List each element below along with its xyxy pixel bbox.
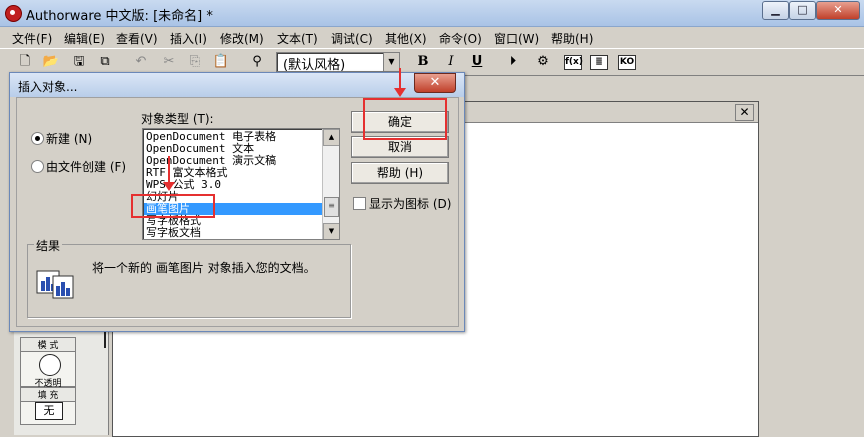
underline-button[interactable]: U: [468, 53, 486, 70]
undo-icon[interactable]: ↶: [132, 53, 150, 70]
annotation-arrowhead-ok: [394, 88, 406, 97]
cut-icon[interactable]: ✂: [160, 53, 178, 70]
annotation-arrowhead-paint-picture: [163, 182, 175, 191]
close-button[interactable]: ✕: [816, 1, 860, 20]
list-item[interactable]: 写字板文档: [146, 227, 201, 239]
text-style-select[interactable]: (默认风格) ▼: [276, 52, 400, 73]
menu-insert[interactable]: 插入(I): [170, 30, 207, 47]
dialog-close-button[interactable]: ✕: [414, 73, 456, 93]
result-description: 将一个新的 画笔图片 对象插入您的文档。: [92, 261, 316, 275]
display-as-icon-checkbox[interactable]: [353, 197, 366, 210]
mode-header: 模 式: [21, 338, 75, 352]
menu-other[interactable]: 其他(X): [385, 30, 427, 47]
annotation-box-paint-picture: [131, 194, 215, 218]
functions-button[interactable]: f(x): [564, 55, 583, 70]
menu-debug[interactable]: 调试(C): [331, 30, 373, 47]
fill-header: 填 充: [21, 388, 75, 402]
result-group: 结果 将一个新的 画笔图片 对象插入您的文档。: [27, 237, 351, 318]
maximize-button[interactable]: □: [789, 1, 816, 20]
line-marker: [104, 330, 106, 348]
text-style-value: (默认风格): [283, 58, 346, 73]
open-folder-icon[interactable]: 📂: [42, 53, 60, 70]
radio-new[interactable]: [31, 132, 44, 145]
scroll-down-icon[interactable]: ▼: [323, 223, 339, 239]
fill-value: 无: [35, 402, 63, 420]
annotation-arrow-paint-picture: [168, 156, 170, 184]
italic-button[interactable]: I: [442, 53, 460, 70]
import-icon[interactable]: ⧉: [96, 53, 114, 70]
menu-window[interactable]: 窗口(W): [494, 30, 539, 47]
annotation-arrow-ok: [399, 68, 401, 90]
variables-button[interactable]: ≣: [590, 55, 608, 70]
list-scrollbar[interactable]: ▲ ≡ ▼: [322, 129, 339, 239]
display-as-icon-label[interactable]: 显示为图标 (D): [369, 195, 451, 212]
control-panel-icon[interactable]: ⚙: [534, 53, 552, 70]
mode-opaque-icon: [39, 354, 61, 376]
window-title: Authorware 中文版: [未命名] *: [26, 9, 213, 24]
save-all-icon[interactable]: 🖫: [70, 53, 88, 70]
menu-file[interactable]: 文件(F): [12, 30, 52, 47]
fill-panel[interactable]: 填 充 无: [20, 387, 76, 425]
bold-button[interactable]: B: [414, 53, 432, 70]
minimize-button[interactable]: ▁: [762, 1, 789, 20]
window-titlebar: Authorware 中文版: [未命名] * ▁ □ ✕: [0, 0, 864, 27]
authorware-app-icon: [5, 5, 22, 22]
design-close-button[interactable]: ✕: [735, 104, 754, 121]
knowledge-objects-button[interactable]: KO: [618, 55, 636, 70]
radio-from-file[interactable]: [31, 160, 44, 173]
new-file-icon[interactable]: 🗋: [16, 53, 34, 70]
object-type-label: 对象类型 (T):: [141, 112, 214, 126]
menu-bar: 文件(F) 编辑(E) 查看(V) 插入(I) 修改(M) 文本(T) 调试(C…: [0, 27, 864, 47]
paste-icon[interactable]: 📋: [212, 53, 230, 70]
insert-object-result-icon: [36, 270, 74, 299]
restart-icon[interactable]: ⏵: [504, 53, 522, 70]
menu-text[interactable]: 文本(T): [277, 30, 318, 47]
menu-help[interactable]: 帮助(H): [551, 30, 593, 47]
mode-panel[interactable]: 模 式 不透明: [20, 337, 76, 389]
menu-modify[interactable]: 修改(M): [220, 30, 264, 47]
annotation-box-ok: [363, 98, 447, 140]
dialog-title: 插入对象...: [18, 80, 78, 94]
help-button[interactable]: 帮助 (H): [351, 162, 449, 184]
radio-new-label[interactable]: 新建 (N): [46, 130, 92, 147]
scroll-up-icon[interactable]: ▲: [323, 129, 339, 146]
menu-edit[interactable]: 编辑(E): [64, 30, 105, 47]
menu-view[interactable]: 查看(V): [116, 30, 158, 47]
find-icon[interactable]: ⚲: [248, 53, 266, 70]
result-label: 结果: [34, 237, 63, 254]
scroll-thumb[interactable]: ≡: [324, 197, 339, 217]
copy-icon[interactable]: ⎘: [186, 53, 204, 70]
menu-command[interactable]: 命令(O): [439, 30, 482, 47]
radio-from-file-label[interactable]: 由文件创建 (F): [46, 158, 126, 175]
chevron-down-icon[interactable]: ▼: [383, 53, 399, 71]
